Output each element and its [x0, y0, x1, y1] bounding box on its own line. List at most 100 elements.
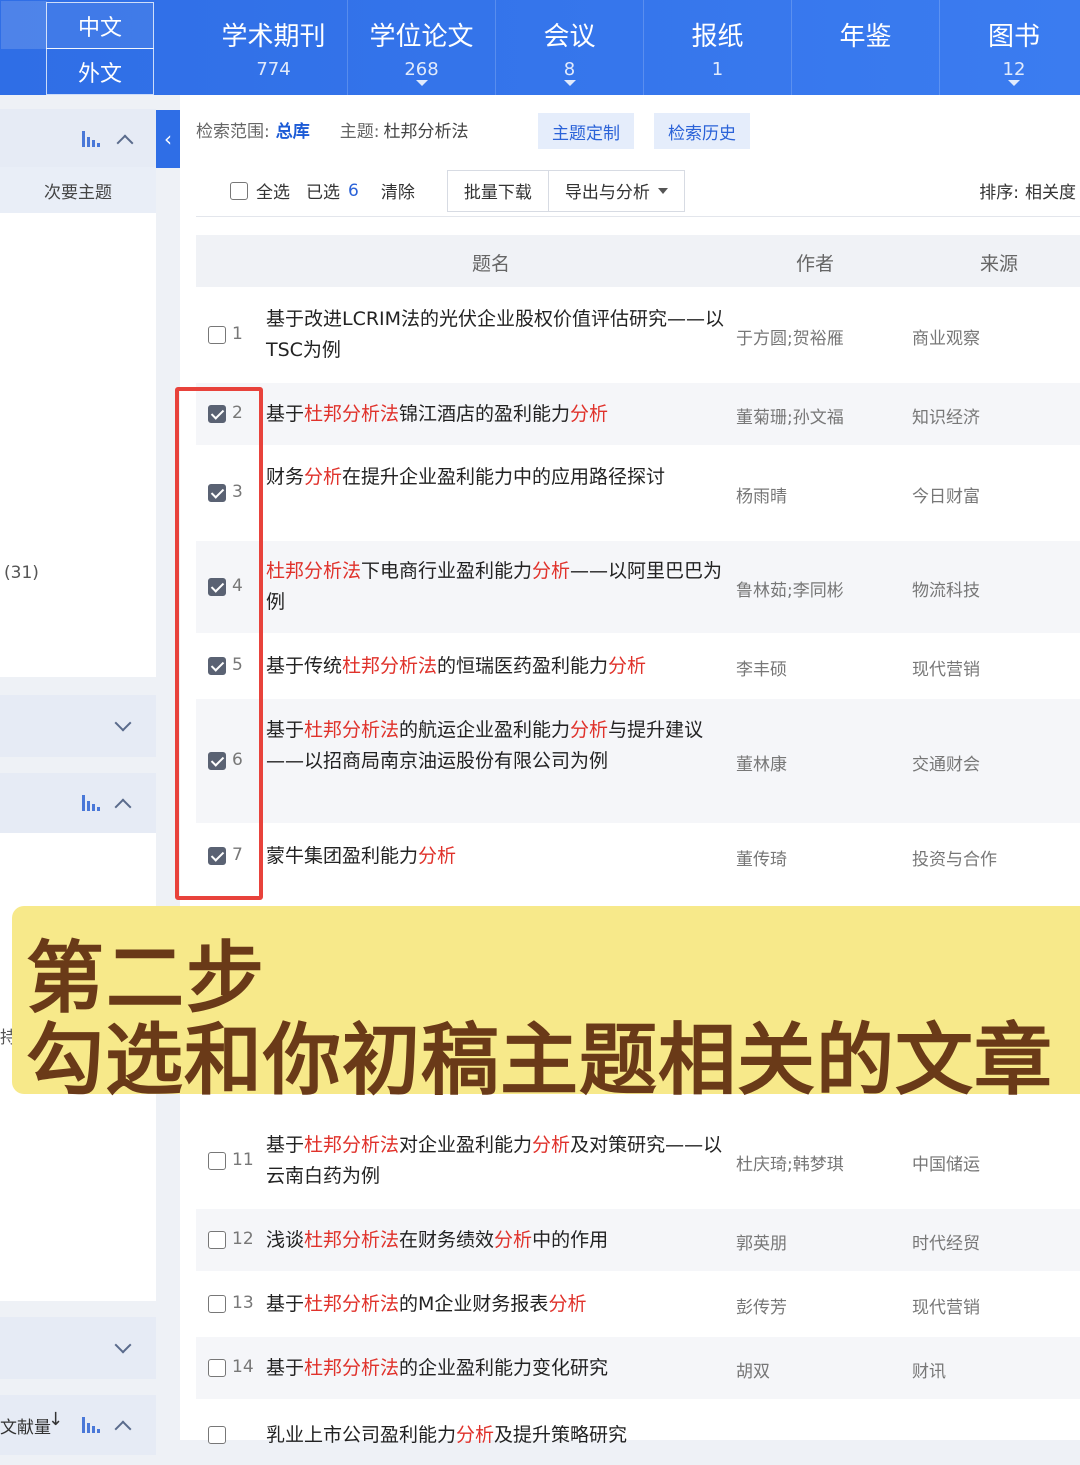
article-author[interactable]: 郭英朋: [736, 1229, 896, 1254]
row-checkbox[interactable]: [208, 1295, 226, 1313]
article-author[interactable]: 杨雨晴: [736, 482, 896, 507]
table-row[interactable]: 11 基于杜邦分析法对企业盈利能力分析及对策研究——以云南白药为例 杜庆琦;韩梦琪中…: [196, 1115, 1080, 1207]
article-author[interactable]: 董菊珊;孙文福: [736, 403, 896, 428]
tab-yearbooks[interactable]: 年鉴: [792, 0, 940, 95]
article-author[interactable]: 彭传芳: [736, 1293, 896, 1318]
tab-count: 1: [711, 59, 724, 80]
row-number: 13: [232, 1293, 254, 1313]
scope-value[interactable]: 总库: [276, 117, 310, 142]
selected-count: 6: [348, 180, 359, 201]
tab-count: 268: [404, 59, 439, 80]
tab-label: 学位论文: [369, 22, 474, 52]
header-author[interactable]: 作者: [796, 249, 834, 276]
article-title-link[interactable]: 浅谈杜邦分析法在财务绩效分析中的作用: [266, 1225, 726, 1256]
select-all-label[interactable]: 全选: [256, 178, 290, 203]
row-checkbox[interactable]: [208, 1152, 226, 1170]
batch-download-button[interactable]: 批量下载: [446, 169, 549, 212]
chevron-down-icon[interactable]: [114, 714, 132, 732]
table-row[interactable]: 12 浅谈杜邦分析法在财务绩效分析中的作用 郭英朋 时代经贸: [196, 1209, 1080, 1271]
bar-chart-icon[interactable]: [82, 795, 100, 811]
article-author[interactable]: 董传琦: [736, 845, 896, 870]
sort-desc-icon[interactable]: ↓: [48, 1409, 63, 1430]
tab-count: 774: [256, 59, 291, 80]
lang-foreign-tab[interactable]: 外文: [46, 48, 154, 95]
collapse-sidebar-button[interactable]: ‹: [156, 110, 180, 168]
article-source[interactable]: 中国储运: [912, 1150, 1072, 1175]
article-author[interactable]: 于方圆;贺裕雁: [736, 324, 896, 349]
article-title-link[interactable]: 基于杜邦分析法的航运企业盈利能力分析与提升建议——以招商局南京油运股份有限公司为…: [266, 715, 726, 777]
article-title-link[interactable]: 基于传统杜邦分析法的恒瑞医药盈利能力分析: [266, 651, 726, 682]
article-author[interactable]: 李丰硕: [736, 655, 896, 680]
clear-selection-link[interactable]: 清除: [381, 178, 415, 203]
article-author[interactable]: 胡双: [736, 1357, 896, 1382]
row-checkbox[interactable]: [208, 1231, 226, 1249]
sidebar-collapsed-section[interactable]: [0, 1317, 156, 1379]
article-title-link[interactable]: 蒙牛集团盈利能力分析: [266, 841, 726, 872]
table-row[interactable]: 4 杜邦分析法下电商行业盈利能力分析——以阿里巴巴为例 鲁林茹;李同彬 物流科技: [196, 541, 1080, 633]
chevron-up-icon[interactable]: [116, 134, 134, 152]
search-history-button[interactable]: 检索历史: [654, 113, 750, 149]
table-row[interactable]: 13 基于杜邦分析法的M企业财务报表分析 彭传芳 现代营销: [196, 1273, 1080, 1335]
article-title-link[interactable]: 基于杜邦分析法的企业盈利能力变化研究: [266, 1353, 726, 1384]
chevron-up-icon[interactable]: [114, 1420, 132, 1438]
article-source[interactable]: 物流科技: [912, 576, 1072, 601]
row-checkbox[interactable]: [208, 1426, 226, 1444]
table-row[interactable]: 2 基于杜邦分析法锦江酒店的盈利能力分析 董菊珊;孙文福 知识经济: [196, 383, 1080, 445]
article-source[interactable]: 商业观察: [912, 324, 1072, 349]
row-number: 1: [232, 324, 243, 344]
table-row[interactable]: 乳业上市公司盈利能力分析及提升策略研究: [196, 1405, 1080, 1465]
export-analyze-dropdown[interactable]: 导出与分析: [548, 169, 685, 212]
table-row[interactable]: 14 基于杜邦分析法的企业盈利能力变化研究 胡双 财讯: [196, 1337, 1080, 1399]
article-title-link[interactable]: 基于杜邦分析法的M企业财务报表分析: [266, 1289, 726, 1320]
sort-by-count-label[interactable]: 文献量: [0, 1413, 51, 1438]
header-title[interactable]: 题名: [472, 249, 510, 276]
article-source[interactable]: 财讯: [912, 1357, 1072, 1382]
topic-label: 主题:: [339, 122, 380, 142]
chevron-up-icon[interactable]: [114, 798, 132, 816]
sidebar-collapsed-section[interactable]: [0, 695, 156, 757]
row-checkbox[interactable]: [208, 1359, 226, 1377]
tab-count: 8: [563, 59, 576, 80]
article-title-link[interactable]: 乳业上市公司盈利能力分析及提升策略研究: [266, 1420, 726, 1451]
article-author[interactable]: 杜庆琦;韩梦琪: [736, 1150, 896, 1175]
article-title-link[interactable]: 基于杜邦分析法锦江酒店的盈利能力分析: [266, 399, 726, 430]
table-row[interactable]: 5 基于传统杜邦分析法的恒瑞医药盈利能力分析 李丰硕 现代营销: [196, 635, 1080, 697]
chevron-down-icon[interactable]: [114, 1336, 132, 1354]
article-source[interactable]: 现代营销: [912, 655, 1072, 680]
lang-chinese-tab[interactable]: 中文: [1, 1, 154, 49]
row-checkbox[interactable]: [208, 326, 226, 344]
tab-conferences[interactable]: 会议 8: [496, 0, 644, 95]
tab-journals[interactable]: 学术期刊 774: [200, 0, 348, 95]
table-row[interactable]: 7 蒙牛集团盈利能力分析 董传琦 投资与合作: [196, 825, 1080, 887]
secondary-topic-tab[interactable]: 次要主题: [0, 167, 156, 213]
article-source[interactable]: 知识经济: [912, 403, 1072, 428]
article-source[interactable]: 投资与合作: [912, 845, 1072, 870]
tab-theses[interactable]: 学位论文 268: [348, 0, 496, 95]
topic-customize-button[interactable]: 主题定制: [538, 113, 634, 149]
sort-value[interactable]: 相关度: [1025, 178, 1076, 203]
table-row[interactable]: 1 基于改进LCRIM法的光伏企业股权价值评估研究——以TSC为例 于方圆;贺裕雁商…: [196, 290, 1080, 380]
article-author[interactable]: 鲁林茹;李同彬: [736, 576, 896, 601]
article-source[interactable]: 现代营销: [912, 1293, 1072, 1318]
table-row[interactable]: 3 财务分析在提升企业盈利能力中的应用路径探讨 杨雨晴 今日财富: [196, 447, 1080, 539]
caret-down-icon: [657, 187, 668, 194]
bar-chart-icon[interactable]: [82, 1417, 100, 1433]
article-title-link[interactable]: 基于改进LCRIM法的光伏企业股权价值评估研究——以TSC为例: [266, 304, 726, 366]
selected-label: 已选: [306, 183, 340, 203]
article-title-link[interactable]: 杜邦分析法下电商行业盈利能力分析——以阿里巴巴为例: [266, 556, 726, 618]
article-source[interactable]: 交通财会: [912, 750, 1072, 775]
article-source[interactable]: 时代经贸: [912, 1229, 1072, 1254]
article-title-link[interactable]: 基于杜邦分析法对企业盈利能力分析及对策研究——以云南白药为例: [266, 1130, 726, 1192]
instruction-banner: 第二步 勾选和你初稿主题相关的文章: [12, 906, 1080, 1106]
article-title-link[interactable]: 财务分析在提升企业盈利能力中的应用路径探讨: [266, 462, 726, 493]
article-source[interactable]: 今日财富: [912, 482, 1072, 507]
table-row[interactable]: 6 基于杜邦分析法的航运企业盈利能力分析与提升建议——以招商局南京油运股份有限公司…: [196, 699, 1080, 823]
select-all-checkbox[interactable]: [230, 181, 248, 200]
bar-chart-icon[interactable]: [82, 131, 100, 147]
sidebar-section-header: [0, 773, 156, 833]
tab-newspapers[interactable]: 报纸 1: [644, 0, 792, 95]
article-author[interactable]: 董林康: [736, 750, 896, 775]
tab-books[interactable]: 图书 12: [940, 0, 1080, 95]
caret-down-icon: [1008, 80, 1020, 86]
header-source[interactable]: 来源: [980, 249, 1018, 276]
